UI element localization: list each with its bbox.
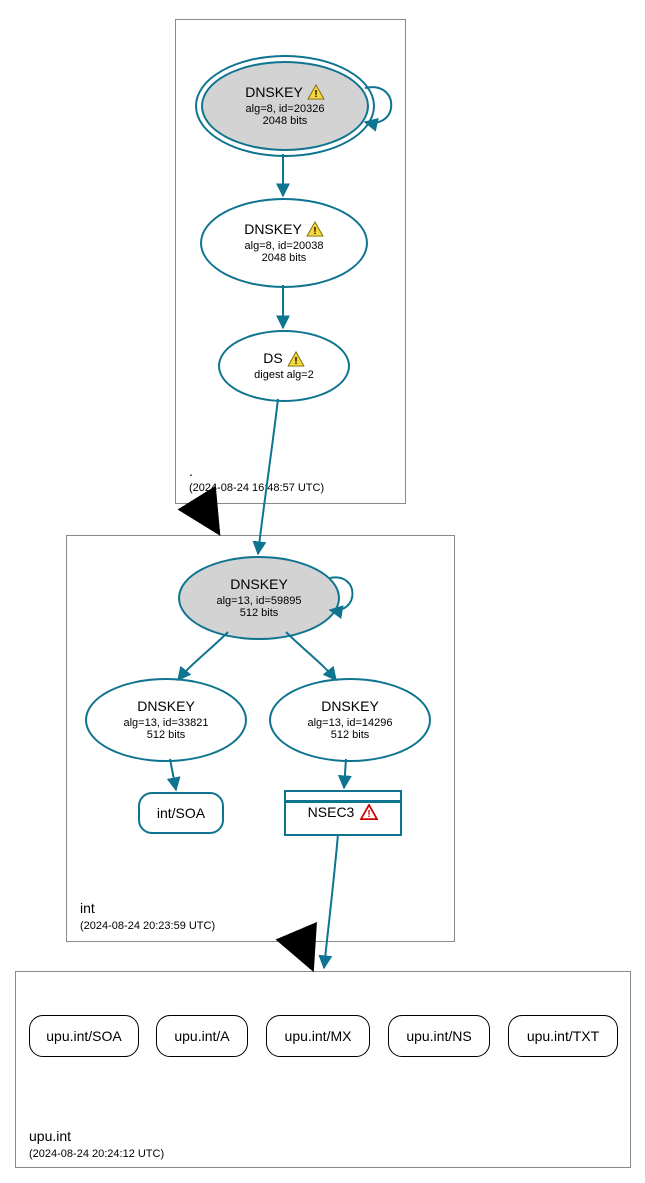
upu-a: upu.int/A <box>156 1015 248 1057</box>
root-ksk-bits: 2048 bits <box>245 115 325 128</box>
warning-yellow-icon: ! <box>307 84 325 100</box>
root-ksk-title: DNSKEY <box>245 84 303 100</box>
upu-soa: upu.int/SOA <box>29 1015 139 1057</box>
zone-upu-label: upu.int <box>29 1128 71 1144</box>
zone-root-label: . <box>189 463 193 479</box>
int-soa-label: int/SOA <box>157 805 205 821</box>
root-ds-title: DS <box>263 350 282 366</box>
int-zsk2-title: DNSKEY <box>321 698 379 714</box>
svg-text:!: ! <box>294 355 297 366</box>
root-ds-digest: digest alg=2 <box>254 369 314 382</box>
root-zsk-alg: alg=8, id=20038 <box>244 240 324 253</box>
root-zsk-title: DNSKEY <box>244 221 302 237</box>
nsec3-record: NSEC3 ! <box>284 790 402 836</box>
root-ds: DS ! digest alg=2 <box>218 330 350 402</box>
int-zsk2-bits: 512 bits <box>307 729 392 742</box>
warning-yellow-icon: ! <box>287 351 305 367</box>
int-ksk-title: DNSKEY <box>230 576 288 592</box>
zone-int-timestamp: (2024-08-24 20:23:59 UTC) <box>80 920 215 932</box>
int-soa: int/SOA <box>138 792 224 834</box>
int-zsk1-bits: 512 bits <box>123 729 208 742</box>
upu-ns: upu.int/NS <box>388 1015 490 1057</box>
root-zsk-bits: 2048 bits <box>244 252 324 265</box>
int-zsk2-dnskey: DNSKEY alg=13, id=14296 512 bits <box>269 678 431 762</box>
zone-upu-timestamp: (2024-08-24 20:24:12 UTC) <box>29 1148 164 1160</box>
int-zsk1-alg: alg=13, id=33821 <box>123 717 208 730</box>
warning-yellow-icon: ! <box>306 221 324 237</box>
svg-text:!: ! <box>313 226 316 237</box>
upu-mx: upu.int/MX <box>266 1015 370 1057</box>
upu-txt: upu.int/TXT <box>508 1015 618 1057</box>
root-ksk-dnskey: DNSKEY ! alg=8, id=20326 2048 bits <box>195 55 375 157</box>
zone-upu <box>15 971 631 1168</box>
int-zsk1-title: DNSKEY <box>137 698 195 714</box>
root-zsk-dnskey: DNSKEY ! alg=8, id=20038 2048 bits <box>200 198 368 288</box>
svg-text:!: ! <box>314 89 317 100</box>
zone-root-timestamp: (2024-08-24 16:48:57 UTC) <box>189 482 324 494</box>
int-ksk-alg: alg=13, id=59895 <box>216 595 301 608</box>
root-ksk-alg: alg=8, id=20326 <box>245 103 325 116</box>
zone-int-label: int <box>80 900 95 916</box>
warning-red-icon: ! <box>360 804 378 820</box>
upu-mx-label: upu.int/MX <box>285 1028 352 1044</box>
int-ksk-dnskey: DNSKEY alg=13, id=59895 512 bits <box>178 556 340 640</box>
int-zsk1-dnskey: DNSKEY alg=13, id=33821 512 bits <box>85 678 247 762</box>
int-ksk-bits: 512 bits <box>216 607 301 620</box>
nsec3-label: NSEC3 <box>308 804 355 820</box>
upu-a-label: upu.int/A <box>174 1028 229 1044</box>
svg-text:!: ! <box>368 809 371 820</box>
int-zsk2-alg: alg=13, id=14296 <box>307 717 392 730</box>
upu-soa-label: upu.int/SOA <box>46 1028 122 1044</box>
upu-ns-label: upu.int/NS <box>406 1028 471 1044</box>
upu-txt-label: upu.int/TXT <box>527 1028 599 1044</box>
